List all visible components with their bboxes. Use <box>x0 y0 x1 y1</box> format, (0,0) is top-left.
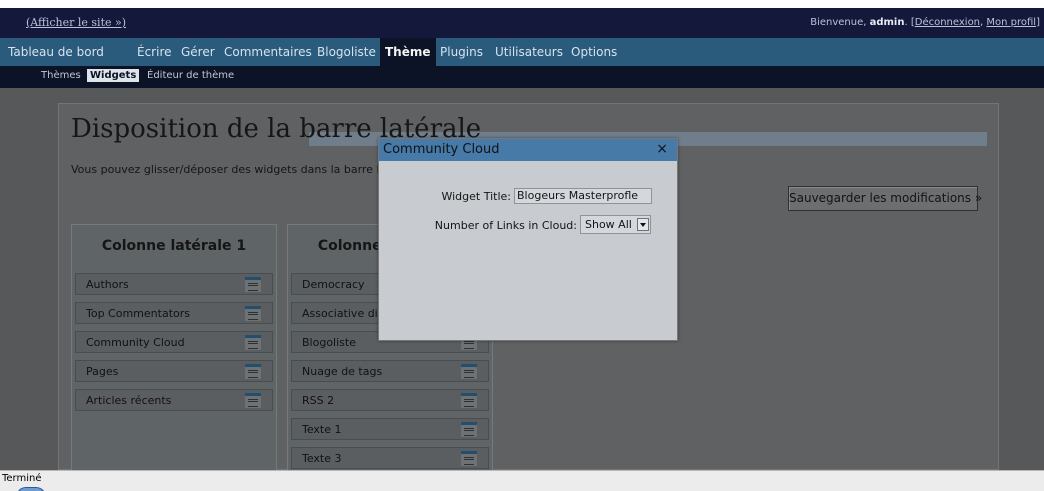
widget-label: Democracy <box>302 278 365 291</box>
links-count-select[interactable]: Show All <box>580 215 651 234</box>
widget-label: Texte 3 <box>302 452 342 465</box>
menu-write[interactable]: Écrire <box>137 38 172 66</box>
sidebar-column-1: Colonne latérale 1 Authors Top Commentat… <box>71 224 277 472</box>
widget-item[interactable]: Community Cloud <box>75 331 273 353</box>
widget-label: RSS 2 <box>302 394 335 407</box>
welcome-end: ] <box>1036 17 1040 28</box>
widget-label: Community Cloud <box>86 336 185 349</box>
start-orb-icon[interactable] <box>16 487 46 491</box>
widget-item[interactable]: Texte 3 <box>291 447 489 469</box>
widget-label: Authors <box>86 278 129 291</box>
drag-handle-icon[interactable] <box>245 335 261 350</box>
widget-item[interactable]: Authors <box>75 273 273 295</box>
widget-label: Nuage de tags <box>302 365 383 378</box>
menu-users[interactable]: Utilisateurs <box>495 38 563 66</box>
menu-theme[interactable]: Thème <box>380 38 436 66</box>
drag-handle-icon[interactable] <box>245 306 261 321</box>
widget-item[interactable]: Top Commentators <box>75 302 273 324</box>
submenu-theme-editor[interactable]: Éditeur de thème <box>147 70 234 81</box>
submenu-widgets[interactable]: Widgets <box>87 69 140 82</box>
column-heading: Colonne latérale 1 <box>101 238 247 254</box>
drag-handle-icon[interactable] <box>245 364 261 379</box>
menu-blogroll[interactable]: Blogoliste <box>317 38 376 66</box>
status-text: Terminé <box>2 473 42 484</box>
drag-handle-icon[interactable] <box>461 451 477 466</box>
main-menu: Tableau de bord Écrire Gérer Commentaire… <box>0 38 1044 66</box>
drag-handle-icon[interactable] <box>245 393 261 408</box>
username: admin <box>869 17 905 28</box>
links-count-label: Number of Links in Cloud: <box>434 219 577 232</box>
intro-text: Vous pouvez glisser/déposer des widgets … <box>71 163 422 176</box>
welcome-mid: . [ <box>904 17 915 28</box>
widget-label: Articles récents <box>86 394 172 407</box>
submenu-themes[interactable]: Thèmes <box>41 70 81 81</box>
logout-link[interactable]: Déconnexion <box>915 17 980 28</box>
drag-handle-icon[interactable] <box>245 277 261 292</box>
select-value: Show All <box>585 218 632 231</box>
widget-label: Blogoliste <box>302 336 356 349</box>
widget-label: Texte 1 <box>302 423 342 436</box>
dropdown-arrow-icon[interactable] <box>637 218 649 231</box>
dialog-header[interactable]: Community Cloud × <box>379 139 677 161</box>
view-site-link[interactable]: (Afficher le site ») <box>26 16 126 29</box>
menu-manage[interactable]: Gérer <box>181 38 215 66</box>
widget-label: Pages <box>86 365 119 378</box>
profile-link[interactable]: Mon profil <box>986 17 1036 28</box>
widget-title-label: Widget Title: <box>441 190 511 203</box>
close-icon[interactable]: × <box>656 141 668 157</box>
drag-handle-icon[interactable] <box>461 393 477 408</box>
widget-item[interactable]: Nuage de tags <box>291 360 489 382</box>
widget-label: Top Commentators <box>86 307 190 320</box>
dialog-title: Community Cloud <box>383 142 500 157</box>
widget-title-input[interactable]: Blogeurs Masterprofle <box>514 188 652 204</box>
drag-handle-icon[interactable] <box>461 364 477 379</box>
menu-dashboard[interactable]: Tableau de bord <box>8 38 104 66</box>
top-bar: (Afficher le site ») Bienvenue, admin. [… <box>0 8 1044 38</box>
menu-comments[interactable]: Commentaires <box>224 38 312 66</box>
menu-options[interactable]: Options <box>571 38 617 66</box>
welcome-prefix: Bienvenue, <box>810 17 870 28</box>
widget-item[interactable]: Articles récents <box>75 389 273 411</box>
widget-settings-dialog: Community Cloud × Widget Title: Blogeurs… <box>378 138 678 341</box>
widget-item[interactable]: RSS 2 <box>291 389 489 411</box>
widget-item[interactable]: Texte 1 <box>291 418 489 440</box>
drag-handle-icon[interactable] <box>461 422 477 437</box>
widget-item[interactable]: Pages <box>75 360 273 382</box>
save-changes-button[interactable]: Sauvegarder les modifications » <box>788 186 982 211</box>
browser-status-bar: Terminé <box>0 470 1044 491</box>
sub-menu: Thèmes Widgets Éditeur de thème <box>0 66 1044 88</box>
welcome-text: Bienvenue, admin. [Déconnexion, Mon prof… <box>810 17 1040 28</box>
menu-plugins[interactable]: Plugins <box>440 38 483 66</box>
